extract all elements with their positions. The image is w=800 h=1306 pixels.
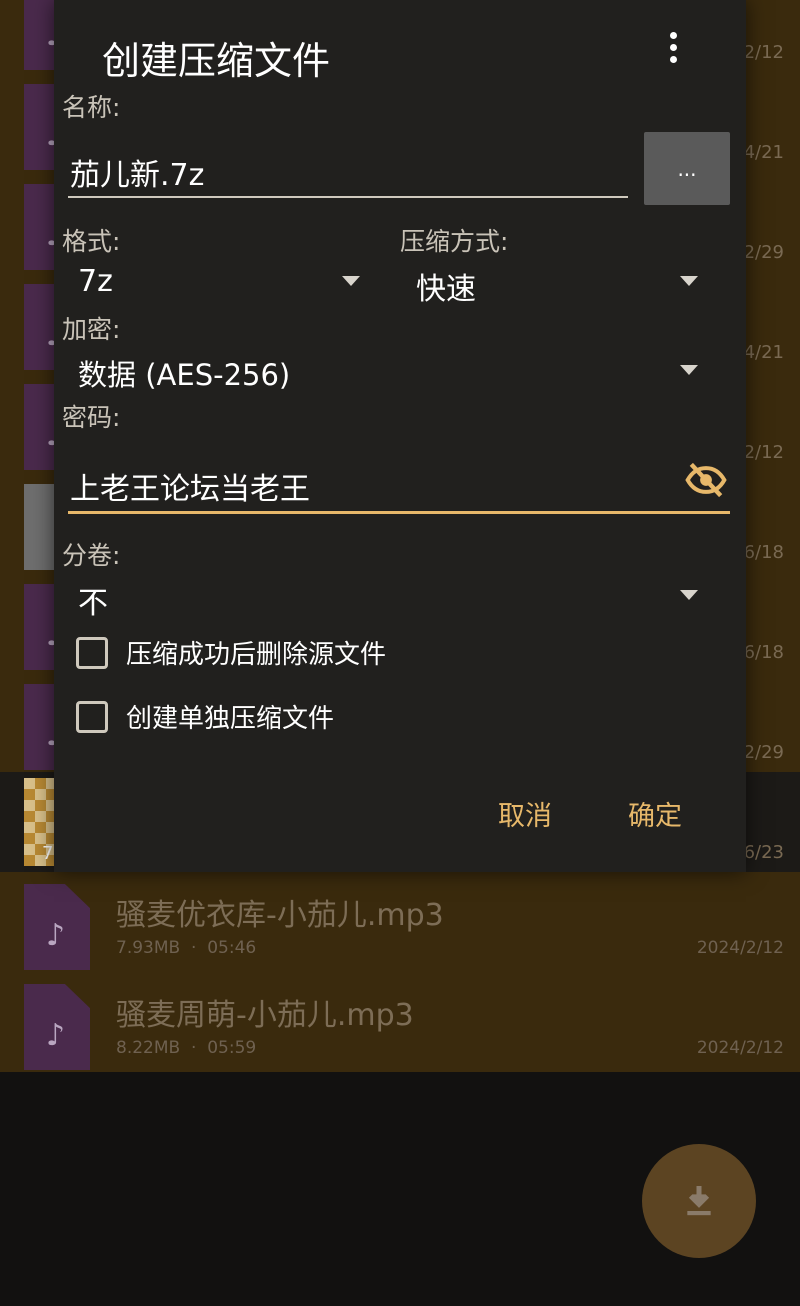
encryption-label: 加密: [62,315,121,344]
meta-separator: · [191,1038,197,1058]
browse-button[interactable]: ... [644,132,730,205]
encryption-select[interactable]: 数据 (AES-256) [78,352,290,394]
list-item[interactable]: ♪ 骚麦优衣库-小茄儿.mp3 7.93MB · 05:46 2024/2/12 [0,872,800,973]
create-archive-dialog: 创建压缩文件 名称: 茄儿新.7z ... 格式: 7z 压缩方式: 快速 加密… [54,0,746,872]
password-input[interactable]: 上老王论坛当老王 [70,464,310,508]
file-size: 8.22MB [116,1038,181,1058]
file-date: 2024/2/12 [696,1038,784,1058]
file-name: 骚麦优衣库-小茄儿.mp3 [116,898,444,933]
delete-source-label: 压缩成功后删除源文件 [126,640,387,670]
file-duration: 05:59 [207,1038,257,1058]
file-meta: 7.93MB · 05:46 [116,938,256,958]
extract-fab-button[interactable] [642,1144,756,1258]
file-meta: 8.22MB · 05:59 [116,1038,256,1058]
file-size: 7.93MB [116,938,181,958]
separate-archives-label: 创建单独压缩文件 [126,704,335,734]
format-select[interactable]: 7z [78,264,113,299]
thumbnail-label: 7 [42,843,54,864]
music-file-icon: ♪ [24,884,90,970]
format-label: 格式: [62,227,121,256]
chevron-down-icon[interactable] [680,276,698,286]
name-input-underline [68,196,628,198]
split-label: 分卷: [62,541,121,570]
password-input-underline [68,511,730,514]
cancel-button[interactable]: 取消 [498,794,552,833]
chevron-down-icon[interactable] [680,365,698,375]
compression-select[interactable]: 快速 [416,264,476,308]
separate-archives-checkbox[interactable] [76,700,108,733]
name-label: 名称: [62,93,121,122]
list-item[interactable]: ♪ 骚麦周萌-小茄儿.mp3 8.22MB · 05:59 2024/2/12 [0,972,800,1073]
download-icon [687,1186,711,1216]
name-input[interactable]: 茄儿新.7z [70,150,204,194]
ok-button[interactable]: 确定 [628,794,682,833]
split-select[interactable]: 不 [78,578,108,622]
more-vert-icon[interactable] [662,32,684,72]
file-name: 骚麦周萌-小茄儿.mp3 [116,998,414,1033]
file-date: 2024/2/12 [696,938,784,958]
dialog-title: 创建压缩文件 [102,39,331,83]
chevron-down-icon[interactable] [680,590,698,600]
file-duration: 05:46 [207,938,257,958]
visibility-off-icon[interactable] [682,458,730,502]
delete-source-option[interactable]: 压缩成功后删除源文件 [76,634,386,671]
password-label: 密码: [62,403,121,432]
compression-label: 压缩方式: [400,227,509,256]
separate-archives-option[interactable]: 创建单独压缩文件 [76,698,334,735]
music-file-icon: ♪ [24,984,90,1070]
meta-separator: · [191,938,197,958]
chevron-down-icon[interactable] [342,276,360,286]
delete-source-checkbox[interactable] [76,636,108,669]
